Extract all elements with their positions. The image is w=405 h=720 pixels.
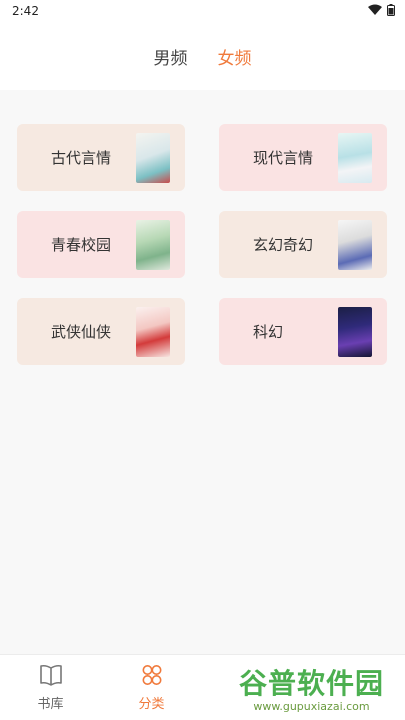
tab-female[interactable]: 女频 <box>218 44 252 69</box>
nav-label-category: 分类 <box>138 696 165 712</box>
category-card-fantasy[interactable]: 玄幻奇幻 <box>219 211 387 278</box>
book-cover-image <box>338 132 372 183</box>
nav-item-library[interactable]: 书库 <box>0 655 101 720</box>
book-icon <box>39 664 63 690</box>
category-grid: 古代言情 现代言情 青春校园 玄幻奇幻 武侠仙侠 科幻 <box>17 124 389 365</box>
clover-icon <box>140 664 164 690</box>
category-card-youth-campus[interactable]: 青春校园 <box>17 211 185 278</box>
category-card-modern-romance[interactable]: 现代言情 <box>219 124 387 191</box>
status-bar: 2:42 <box>0 0 405 22</box>
nav-item-category[interactable]: 分类 <box>101 655 202 720</box>
category-label: 科幻 <box>253 323 284 341</box>
category-label: 古代言情 <box>51 149 112 167</box>
watermark-url: www.gupuxiazai.com <box>253 699 370 713</box>
status-time: 2:42 <box>12 4 39 18</box>
category-card-ancient-romance[interactable]: 古代言情 <box>17 124 185 191</box>
status-icons <box>368 3 395 19</box>
wifi-icon <box>368 4 382 18</box>
book-cover-image <box>136 132 170 183</box>
category-label: 武侠仙侠 <box>51 323 112 341</box>
watermark-text: 谷普软件园 <box>238 666 384 700</box>
gender-tab-header: 男频 女频 <box>0 22 405 90</box>
category-label: 青春校园 <box>51 236 112 254</box>
nav-label-library: 书库 <box>37 696 64 712</box>
book-cover-image <box>338 306 372 357</box>
tab-male[interactable]: 男频 <box>154 44 188 69</box>
book-cover-image <box>136 219 170 270</box>
watermark-logo: 谷普软件园 www.gupuxiazai.com <box>218 660 405 720</box>
category-label: 现代言情 <box>253 149 314 167</box>
category-card-scifi[interactable]: 科幻 <box>219 298 387 365</box>
book-cover-image <box>136 306 170 357</box>
book-cover-image <box>338 219 372 270</box>
category-card-wuxia-xianxia[interactable]: 武侠仙侠 <box>17 298 185 365</box>
category-label: 玄幻奇幻 <box>253 236 314 254</box>
battery-icon <box>387 3 395 19</box>
